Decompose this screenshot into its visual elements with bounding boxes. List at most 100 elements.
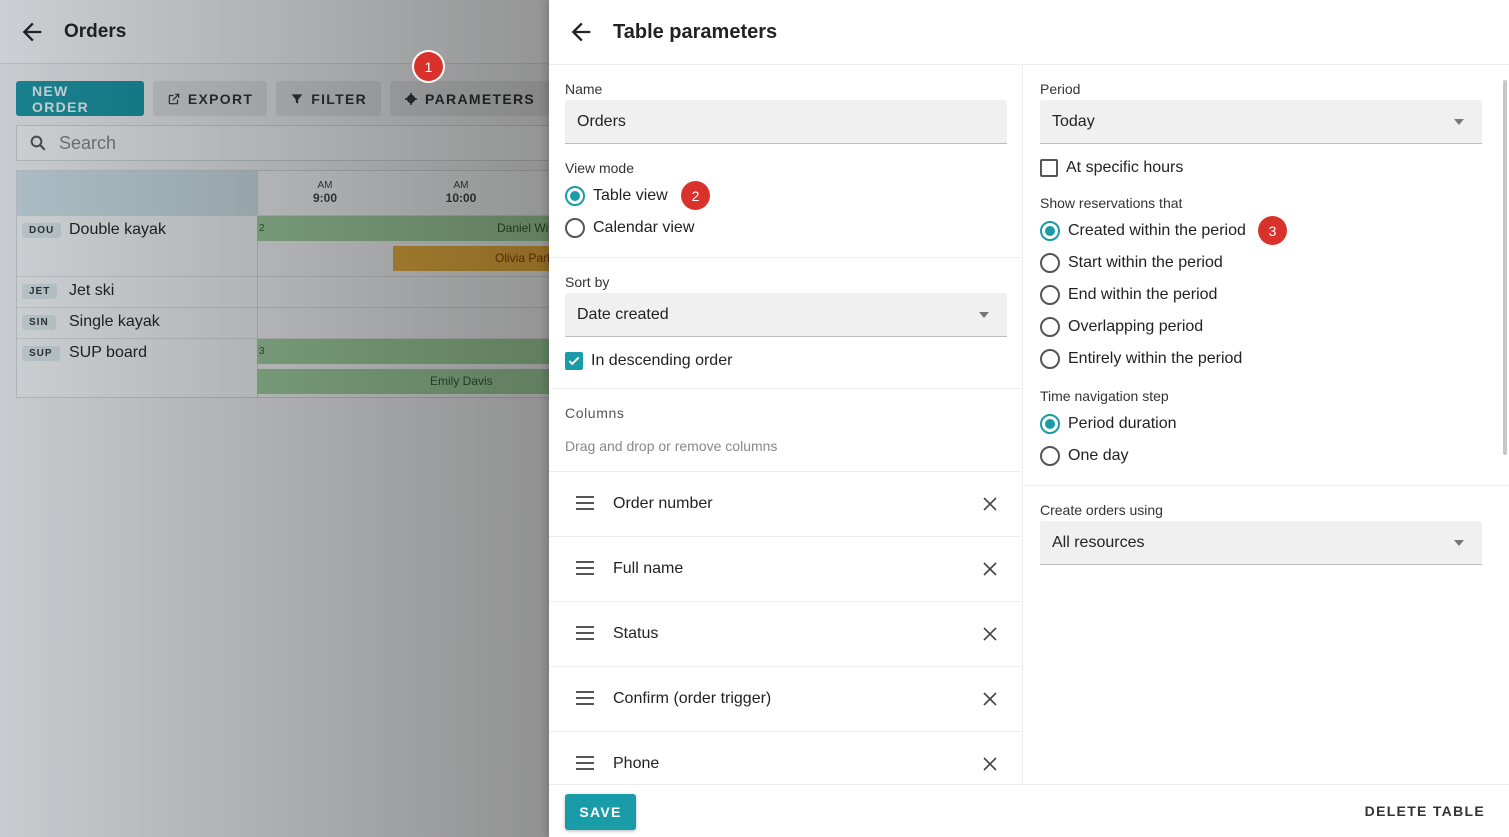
sort-by-value: Date created — [577, 305, 669, 323]
create-orders-select[interactable]: All resources — [1040, 521, 1482, 565]
remove-column-icon[interactable] — [982, 496, 998, 512]
column-item[interactable]: Order number — [549, 471, 1022, 536]
radio-start-within[interactable]: Start within the period — [1040, 253, 1223, 273]
radio-label: Created within the period — [1068, 222, 1246, 239]
name-label: Name — [565, 81, 603, 97]
drag-handle-icon[interactable] — [576, 756, 594, 770]
back-arrow-icon[interactable] — [567, 18, 595, 46]
save-button[interactable]: SAVE — [565, 794, 636, 830]
resource-code: DOU — [22, 223, 62, 238]
drag-handle-icon[interactable] — [576, 691, 594, 705]
reservation-bar[interactable]: Olivia Park — [393, 246, 549, 271]
scrollbar-thumb[interactable] — [1503, 80, 1507, 455]
drawer-header: Table parameters — [549, 0, 1509, 65]
time-tick: AM 10:00 — [436, 179, 486, 205]
period-select[interactable]: Today — [1040, 100, 1482, 144]
period-value: Today — [1052, 112, 1095, 130]
drawer-footer: SAVE DELETE TABLE — [549, 784, 1509, 837]
back-arrow-icon[interactable] — [18, 18, 46, 46]
radio-label: Table view — [593, 187, 668, 204]
drag-handle-icon[interactable] — [576, 626, 594, 640]
radio-label: Period duration — [1068, 415, 1177, 432]
remove-column-icon[interactable] — [982, 626, 998, 642]
export-icon — [168, 93, 180, 104]
new-order-button[interactable]: NEW ORDER — [16, 81, 144, 116]
radio-button[interactable] — [1040, 253, 1060, 273]
radio-button[interactable] — [1040, 285, 1060, 305]
radio-label: Calendar view — [593, 219, 695, 236]
column-item[interactable]: Phone — [549, 731, 1022, 784]
descending-checkbox[interactable]: In descending order — [565, 352, 732, 370]
remove-column-icon[interactable] — [982, 756, 998, 772]
section-divider — [549, 257, 1022, 258]
reservation-bar[interactable]: 2 Daniel Wil — [257, 216, 549, 241]
resource-name: Single kayak — [69, 313, 160, 330]
table-parameters-drawer: Table parameters Name Orders View mode T… — [549, 0, 1509, 837]
checkbox[interactable] — [1040, 159, 1058, 177]
column-item[interactable]: Full name — [549, 536, 1022, 601]
resource-code: JET — [22, 284, 58, 299]
checkbox-label: In descending order — [591, 352, 733, 369]
search-input[interactable]: Search — [16, 125, 549, 161]
checkbox[interactable] — [565, 352, 583, 370]
drag-handle-icon[interactable] — [576, 561, 594, 575]
radio-table-view[interactable]: Table view — [565, 186, 668, 206]
tick-period: AM — [453, 180, 469, 191]
radio-created-within[interactable]: Created within the period — [1040, 221, 1246, 241]
name-field[interactable]: Orders — [565, 100, 1007, 144]
show-reservations-label: Show reservations that — [1040, 195, 1183, 211]
radio-entirely-within[interactable]: Entirely within the period — [1040, 349, 1242, 369]
resource-row[interactable]: JET Jet ski — [17, 276, 549, 307]
radio-button[interactable] — [1040, 414, 1060, 434]
resource-name: SUP board — [69, 344, 147, 361]
radio-button[interactable] — [565, 218, 585, 238]
radio-label: One day — [1068, 447, 1129, 464]
remove-column-icon[interactable] — [982, 561, 998, 577]
new-order-label: NEW ORDER — [32, 82, 90, 115]
radio-end-within[interactable]: End within the period — [1040, 285, 1217, 305]
radio-button[interactable] — [1040, 317, 1060, 337]
radio-button[interactable] — [565, 186, 585, 206]
specific-hours-checkbox[interactable]: At specific hours — [1040, 159, 1183, 177]
parameters-label: PARAMETERS — [425, 90, 535, 107]
checkmark-icon — [568, 356, 580, 366]
reservation-bar[interactable]: Emily Davis — [257, 369, 549, 394]
delete-table-button[interactable]: DELETE TABLE — [1365, 803, 1485, 819]
column-item[interactable]: Status — [549, 601, 1022, 666]
step-badge-2: 2 — [681, 181, 710, 210]
radio-button[interactable] — [1040, 221, 1060, 241]
radio-button[interactable] — [1040, 446, 1060, 466]
radio-one-day[interactable]: One day — [1040, 446, 1128, 466]
time-step-label: Time navigation step — [1040, 388, 1169, 404]
resource-code: SUP — [22, 346, 60, 361]
filter-button[interactable]: FILTER — [276, 81, 382, 116]
radio-overlapping[interactable]: Overlapping period — [1040, 317, 1203, 337]
resource-row[interactable]: SIN Single kayak — [17, 307, 549, 338]
export-button[interactable]: EXPORT — [152, 81, 268, 116]
filter-icon — [292, 93, 303, 104]
drag-handle-icon[interactable] — [576, 496, 594, 510]
orders-page-background: Orders NEW ORDER EXPORT FILTER PARAMETER… — [0, 0, 549, 837]
parameters-button[interactable]: PARAMETERS — [390, 81, 549, 116]
gear-icon — [405, 92, 417, 105]
period-label: Period — [1040, 81, 1081, 97]
radio-period-duration[interactable]: Period duration — [1040, 414, 1177, 434]
dropdown-caret-icon — [1454, 540, 1464, 546]
name-value: Orders — [577, 112, 626, 130]
tick-time: 10:00 — [445, 191, 477, 205]
orders-toolbar: NEW ORDER EXPORT FILTER PARAMETERS — [16, 81, 549, 116]
radio-label: Start within the period — [1068, 254, 1223, 271]
drawer-left-column: Name Orders View mode Table view Calenda… — [549, 65, 1023, 784]
drawer-title: Table parameters — [613, 20, 778, 43]
sort-by-select[interactable]: Date created — [565, 293, 1007, 337]
reservation-bar[interactable]: 3 — [257, 339, 549, 364]
page-title: Orders — [64, 20, 127, 42]
remove-column-icon[interactable] — [982, 691, 998, 707]
schedule-grid: AM 9:00 AM 10:00 DOU Double kayak JET Jet … — [16, 170, 549, 399]
reservation-count: 3 — [259, 346, 265, 357]
scrollbar[interactable] — [1502, 68, 1508, 778]
column-item[interactable]: Confirm (order trigger) — [549, 666, 1022, 731]
column-name: Order number — [613, 495, 713, 512]
radio-button[interactable] — [1040, 349, 1060, 369]
radio-calendar-view[interactable]: Calendar view — [565, 218, 694, 238]
